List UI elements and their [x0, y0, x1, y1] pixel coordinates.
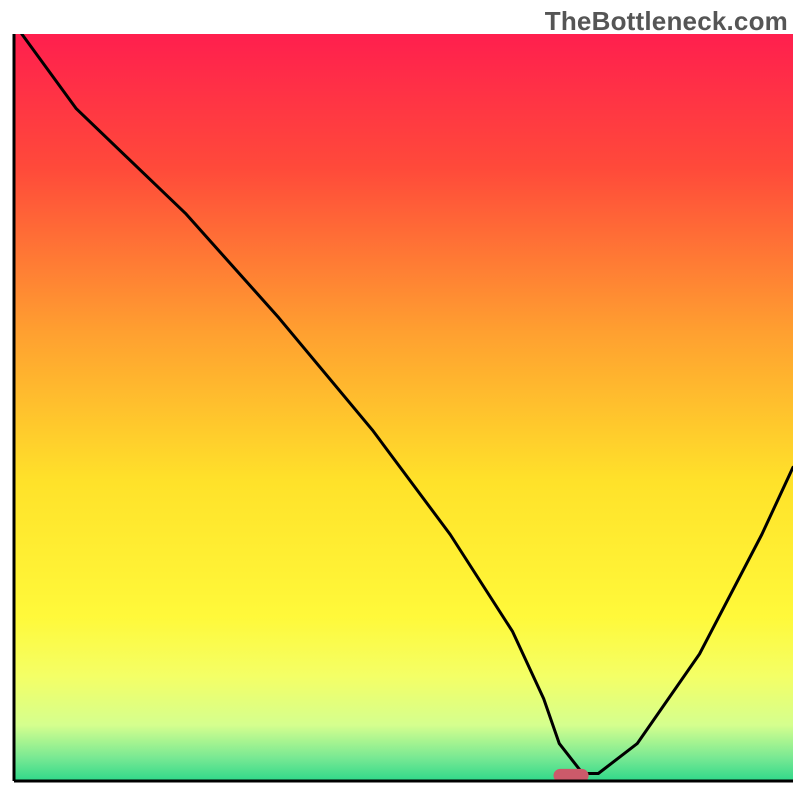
chart-svg	[0, 0, 800, 800]
gradient-background	[14, 34, 793, 781]
watermark-text: TheBottleneck.com	[545, 6, 788, 37]
bottleneck-chart: TheBottleneck.com	[0, 0, 800, 800]
